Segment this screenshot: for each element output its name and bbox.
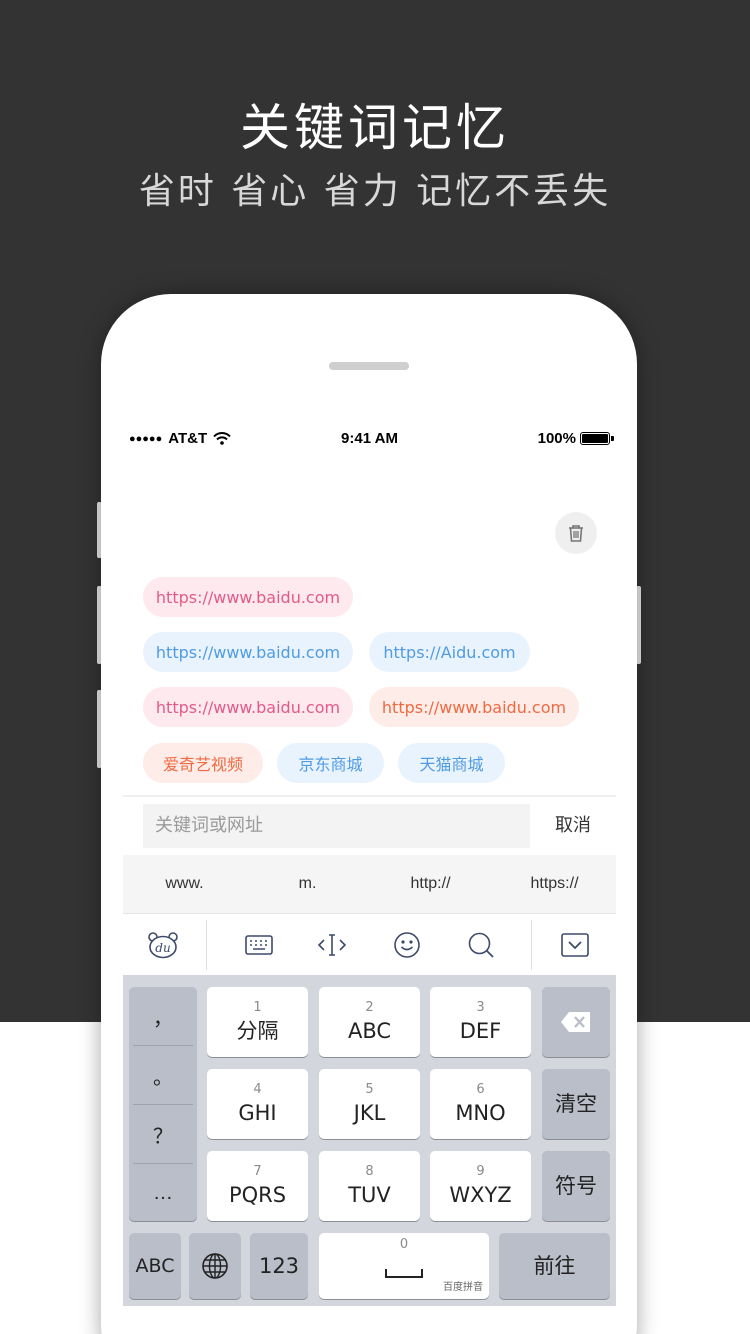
key-label: 123 xyxy=(258,1254,300,1278)
suggestion-item[interactable]: m. xyxy=(246,855,369,913)
key-label: PQRS xyxy=(228,1183,287,1207)
number-key[interactable]: 123 xyxy=(250,1233,308,1299)
history-chip[interactable]: 京东商城 xyxy=(277,743,384,783)
key-label: DEF xyxy=(459,1019,502,1043)
history-chip[interactable]: 天猫商城 xyxy=(398,743,505,783)
hero-subtitle: 省时 省心 省力 记忆不丢失 xyxy=(138,171,612,212)
suggestion-item[interactable]: http:// xyxy=(369,855,492,913)
toolbar-separator xyxy=(206,920,207,970)
collapse-keyboard-button[interactable] xyxy=(547,914,603,976)
du-logo-icon: du xyxy=(148,932,178,959)
search-button[interactable] xyxy=(453,914,509,976)
space-bar-icon xyxy=(385,1269,423,1278)
search-input[interactable]: 关键词或网址 xyxy=(143,804,530,848)
key-number: 2 xyxy=(365,1000,374,1015)
ime-brand-label: 百度拼音 xyxy=(443,1282,483,1293)
history-chip[interactable]: 爱奇艺视频 xyxy=(143,743,263,783)
keyboard-toolbar: du xyxy=(123,913,616,975)
key-label: 符号 xyxy=(555,1174,597,1198)
key-8[interactable]: 8 TUV xyxy=(319,1151,420,1221)
suggestion-item[interactable]: www. xyxy=(123,855,246,913)
punct-key[interactable]: ？ xyxy=(129,1105,197,1163)
go-key[interactable]: 前往 xyxy=(499,1233,610,1299)
svg-text:du: du xyxy=(155,941,170,955)
key-4[interactable]: 4 GHI xyxy=(207,1069,308,1139)
status-bar: ●●●●● AT&T 9:41 AM 100% xyxy=(123,420,616,460)
key-label: 分隔 xyxy=(236,1019,279,1043)
key-label: 前往 xyxy=(533,1254,576,1278)
key-number: 0 xyxy=(399,1237,409,1252)
keyboard: ， 。 ？ … 1 分隔 2 ABC 3 DEF 4 GHI 5 JKL 6 M… xyxy=(123,975,616,1306)
toolbar-separator xyxy=(531,920,532,970)
history-chip[interactable]: https://www.baidu.com xyxy=(143,632,353,672)
key-number: 5 xyxy=(365,1082,374,1097)
key-label: GHI xyxy=(238,1101,277,1125)
history-chip[interactable]: https://www.baidu.com xyxy=(143,687,353,727)
emoji-icon xyxy=(394,932,420,958)
space-key[interactable]: 0 百度拼音 xyxy=(319,1233,489,1299)
hero-title: 关键词记忆 xyxy=(240,99,510,157)
key-label: MNO xyxy=(455,1101,506,1125)
punct-key[interactable]: … xyxy=(129,1164,197,1222)
phone-speaker xyxy=(329,362,409,370)
divider xyxy=(123,795,616,797)
key-number: 6 xyxy=(476,1082,485,1097)
punct-key[interactable]: 。 xyxy=(129,1046,197,1104)
key-5[interactable]: 5 JKL xyxy=(319,1069,420,1139)
keyboard-switch-button[interactable] xyxy=(231,914,287,976)
key-label: JKL xyxy=(353,1101,386,1125)
key-number: 4 xyxy=(253,1082,262,1097)
key-3[interactable]: 3 DEF xyxy=(430,987,531,1057)
punctuation-column: ， 。 ？ … xyxy=(129,987,197,1221)
key-label: ABC xyxy=(135,1255,175,1277)
key-6[interactable]: 6 MNO xyxy=(430,1069,531,1139)
key-label: WXYZ xyxy=(449,1183,512,1207)
abc-key[interactable]: ABC xyxy=(129,1233,181,1299)
key-number: 8 xyxy=(365,1164,374,1179)
clear-history-button[interactable] xyxy=(555,512,597,554)
key-number: 3 xyxy=(476,1000,485,1015)
history-chip[interactable]: https://www.baidu.com xyxy=(369,687,579,727)
key-9[interactable]: 9 WXYZ xyxy=(430,1151,531,1221)
key-label: TUV xyxy=(348,1183,391,1207)
globe-key[interactable] xyxy=(189,1233,241,1299)
battery-percent: 100% xyxy=(537,430,576,447)
phone-screen: ●●●●● AT&T 9:41 AM 100% https://www.baid… xyxy=(123,420,616,1306)
punct-key[interactable]: ， xyxy=(129,987,197,1045)
history-chip[interactable]: https://www.baidu.com xyxy=(143,577,353,617)
history-chip[interactable]: https://Aidu.com xyxy=(369,632,530,672)
backspace-key[interactable] xyxy=(542,987,610,1057)
key-label: 清空 xyxy=(555,1092,597,1116)
keyboard-icon xyxy=(245,935,273,955)
suggestion-bar: www. m. http:// https:// xyxy=(123,855,616,913)
du-logo-button[interactable]: du xyxy=(135,914,191,976)
clear-key[interactable]: 清空 xyxy=(542,1069,610,1139)
search-icon xyxy=(468,932,494,958)
key-number: 7 xyxy=(253,1164,262,1179)
suggestion-item[interactable]: https:// xyxy=(493,855,616,913)
backspace-icon xyxy=(561,1012,590,1032)
symbol-key[interactable]: 符号 xyxy=(542,1151,610,1221)
key-number: 9 xyxy=(476,1164,485,1179)
key-2[interactable]: 2 ABC xyxy=(319,987,420,1057)
cursor-move-button[interactable] xyxy=(304,914,360,976)
key-number: 1 xyxy=(253,1000,262,1015)
cancel-button[interactable]: 取消 xyxy=(530,804,616,848)
battery-icon xyxy=(580,432,614,445)
emoji-button[interactable] xyxy=(379,914,435,976)
globe-icon xyxy=(202,1253,228,1279)
trash-icon xyxy=(569,525,583,542)
chevron-down-icon xyxy=(561,933,589,957)
key-7[interactable]: 7 PQRS xyxy=(207,1151,308,1221)
key-1[interactable]: 1 分隔 xyxy=(207,987,308,1057)
key-label: ABC xyxy=(347,1019,392,1043)
cursor-move-icon xyxy=(317,934,347,956)
